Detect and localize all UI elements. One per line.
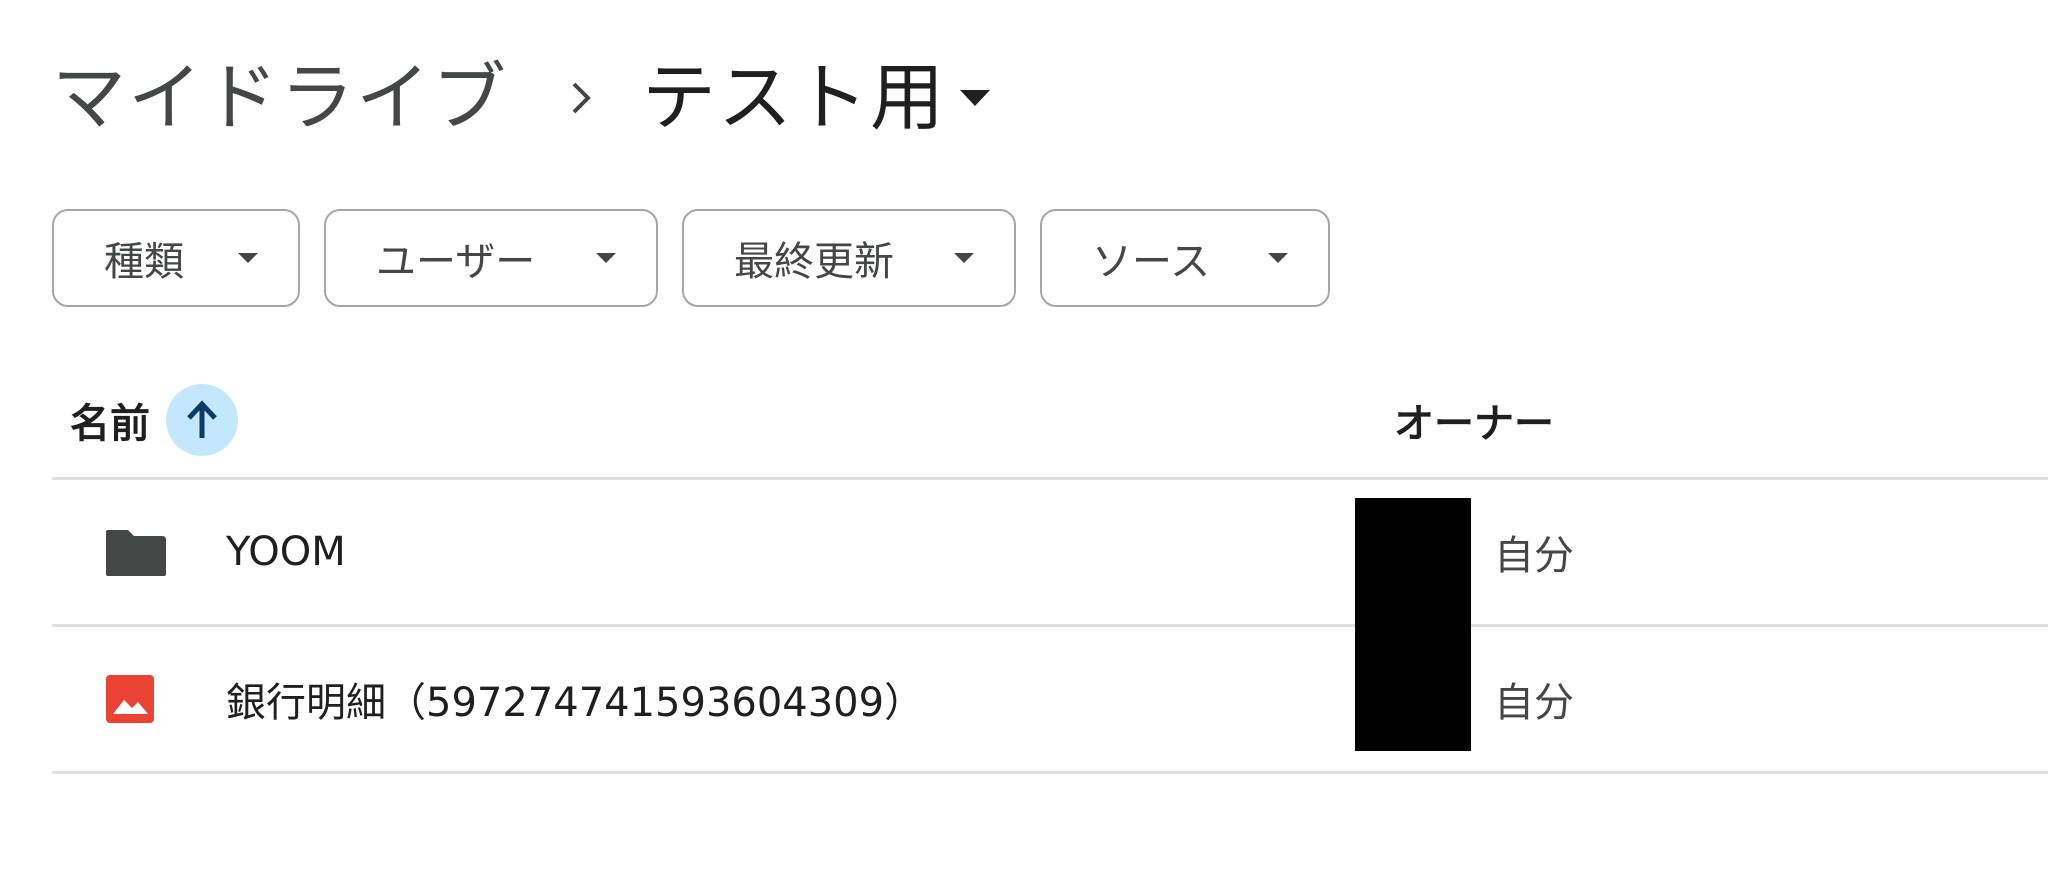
breadcrumb-root[interactable]: マイドライブ bbox=[52, 61, 508, 135]
filter-source-label: ソース bbox=[1092, 239, 1210, 285]
folder-icon bbox=[104, 480, 168, 624]
sort-ascending-button[interactable] bbox=[166, 384, 238, 456]
filter-user-chip[interactable]: ユーザー bbox=[324, 209, 658, 307]
filter-bar: 種類 ユーザー 最終更新 ソース bbox=[52, 209, 1330, 307]
caret-down-icon bbox=[960, 90, 990, 106]
filter-type-label: 種類 bbox=[104, 239, 184, 285]
file-owner: 自分 bbox=[1494, 680, 1574, 726]
file-owner: 自分 bbox=[1494, 533, 1574, 579]
filter-user-label: ユーザー bbox=[376, 239, 536, 285]
owner-column-header[interactable]: オーナー bbox=[1394, 362, 1554, 478]
drive-folder-view: マイドライブ テスト用 種類 ユーザー 最終更新 ソース 名前 オーナー YOO… bbox=[0, 0, 2048, 896]
table-row[interactable]: 銀行明細（597274741593604309） 自分 bbox=[52, 627, 2048, 771]
caret-down-icon bbox=[596, 253, 616, 263]
filter-modified-chip[interactable]: 最終更新 bbox=[682, 209, 1016, 307]
filter-source-chip[interactable]: ソース bbox=[1040, 209, 1330, 307]
redaction-block bbox=[1355, 498, 1471, 751]
current-folder-menu[interactable]: テスト用 bbox=[642, 61, 990, 135]
current-folder-name: テスト用 bbox=[642, 55, 946, 141]
name-column-header[interactable]: 名前 bbox=[70, 362, 238, 478]
table-header: 名前 オーナー bbox=[52, 362, 2048, 478]
caret-down-icon bbox=[954, 253, 974, 263]
caret-down-icon bbox=[1268, 253, 1288, 263]
image-file-icon bbox=[104, 627, 156, 771]
table-row[interactable]: YOOM 自分 bbox=[52, 480, 2048, 624]
caret-down-icon bbox=[238, 253, 258, 263]
breadcrumb: マイドライブ テスト用 bbox=[52, 48, 990, 148]
arrow-up-icon bbox=[187, 400, 217, 438]
owner-column-label: オーナー bbox=[1394, 401, 1554, 447]
name-column-label: 名前 bbox=[70, 401, 150, 447]
file-name: YOOM bbox=[226, 529, 346, 575]
file-name: 銀行明細（597274741593604309） bbox=[226, 680, 925, 726]
filter-type-chip[interactable]: 種類 bbox=[52, 209, 300, 307]
filter-modified-label: 最終更新 bbox=[734, 239, 894, 285]
chevron-right-icon bbox=[570, 81, 592, 115]
divider bbox=[52, 771, 2048, 774]
